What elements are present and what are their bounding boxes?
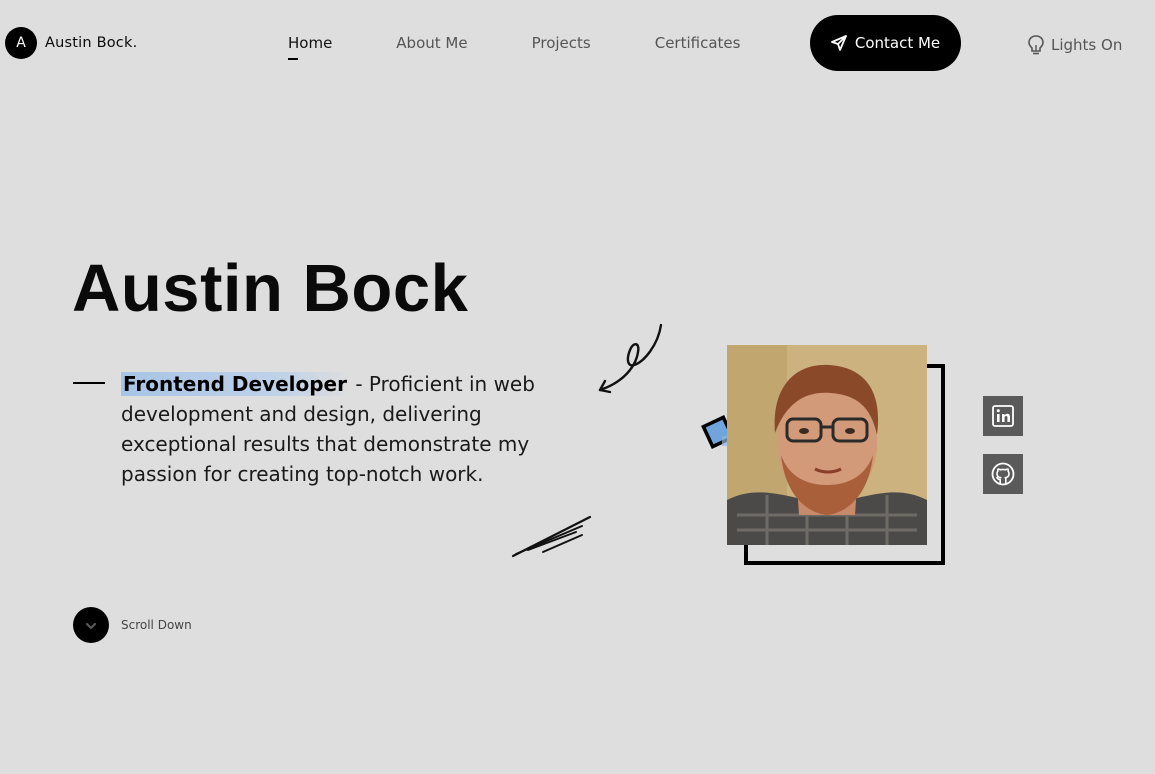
profile-photo — [727, 345, 927, 545]
contact-me-button[interactable]: Contact Me — [810, 15, 961, 71]
main-nav: Home About Me Projects Certificates — [288, 34, 741, 60]
github-button[interactable] — [983, 454, 1023, 494]
github-icon — [991, 462, 1015, 486]
scribble-lines-doodle — [511, 515, 592, 558]
linkedin-icon — [992, 405, 1014, 427]
lights-label: Lights On — [1051, 36, 1123, 54]
hero-title: Austin Bock — [72, 251, 469, 326]
lights-toggle[interactable]: Lights On — [1027, 34, 1122, 56]
send-icon — [830, 35, 847, 51]
nav-home[interactable]: Home — [288, 34, 332, 60]
scroll-down-label: Scroll Down — [121, 618, 192, 632]
hero-dash-divider — [73, 382, 105, 384]
brand-initial-badge: A — [5, 27, 37, 59]
chevron-down-icon — [85, 622, 97, 630]
hero-description: Frontend Developer - Proficient in web d… — [121, 369, 541, 489]
scroll-down-button[interactable] — [73, 607, 109, 643]
nav-about-me[interactable]: About Me — [396, 34, 467, 52]
contact-me-label: Contact Me — [854, 34, 941, 52]
brand-name: Austin Bock. — [45, 35, 138, 51]
curly-arrow-doodle — [598, 323, 663, 394]
brand-logo[interactable]: A Austin Bock. — [5, 27, 137, 59]
hero-role: Frontend Developer — [121, 372, 349, 396]
nav-certificates[interactable]: Certificates — [655, 34, 741, 52]
lightbulb-icon — [1027, 34, 1045, 56]
nav-projects[interactable]: Projects — [532, 34, 591, 52]
linkedin-button[interactable] — [983, 396, 1023, 436]
scroll-down-link[interactable]: Scroll Down — [73, 607, 192, 643]
